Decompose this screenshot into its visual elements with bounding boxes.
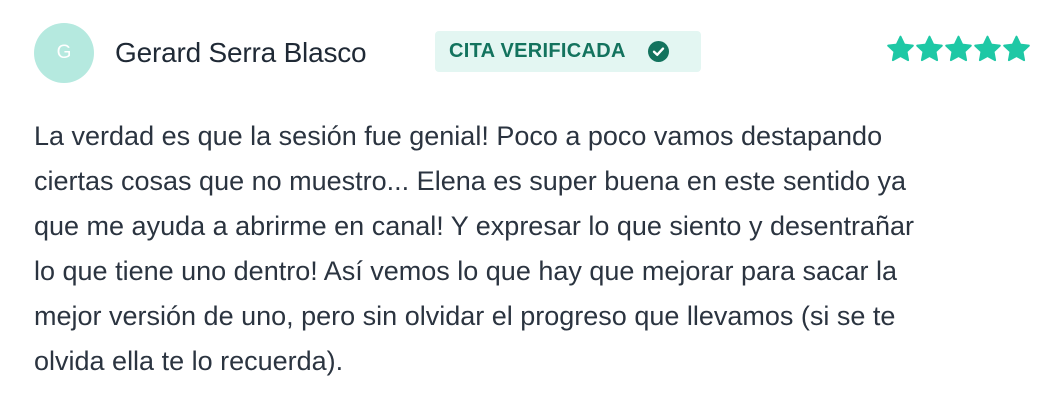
review-body: La verdad es que la sesión fue genial! P… bbox=[34, 114, 1034, 384]
star-icon bbox=[944, 34, 973, 64]
avatar-initial: G bbox=[56, 42, 72, 63]
review-body-line: olvida ella te lo recuerda). bbox=[34, 346, 344, 376]
review-body-line: lo que tiene uno dentro! Así vemos lo qu… bbox=[34, 256, 898, 286]
star-icon bbox=[1002, 34, 1031, 64]
review-body-line: que me ayuda a abrirme en canal! Y expre… bbox=[34, 211, 915, 241]
check-circle-icon bbox=[647, 41, 669, 62]
verified-badge-label: CITA VERIFICADA bbox=[449, 40, 626, 62]
star-rating bbox=[886, 34, 1031, 64]
review-body-line: mejor versión de uno, pero sin olvidar e… bbox=[34, 301, 896, 331]
review-card: G Gerard Serra Blasco CITA VERIFICADA La… bbox=[0, 0, 1064, 404]
star-icon bbox=[973, 34, 1002, 64]
star-icon bbox=[915, 34, 944, 64]
author-name: Gerard Serra Blasco bbox=[115, 37, 367, 68]
verified-badge: CITA VERIFICADA bbox=[435, 31, 701, 72]
review-body-line: La verdad es que la sesión fue genial! P… bbox=[34, 121, 883, 151]
avatar: G bbox=[34, 23, 94, 83]
star-icon bbox=[886, 34, 915, 64]
review-body-line: ciertas cosas que no muestro... Elena es… bbox=[34, 166, 907, 196]
